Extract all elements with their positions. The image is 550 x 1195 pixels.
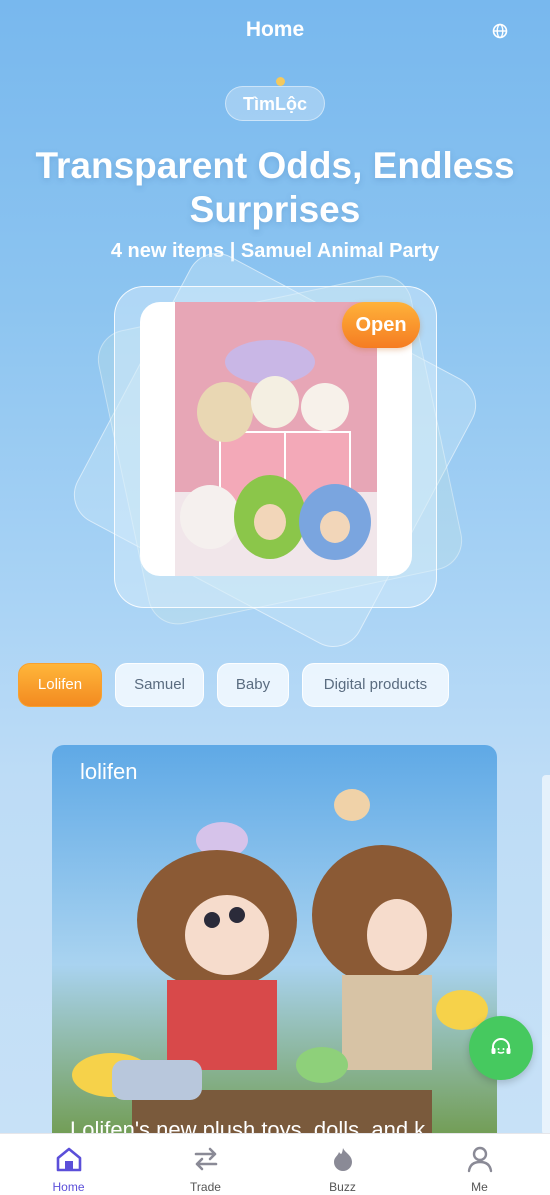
product-photo — [175, 302, 377, 576]
nav-me[interactable]: Me — [411, 1134, 548, 1195]
tab-digital-products[interactable]: Digital products — [302, 663, 449, 707]
hero-subline: 4 new items | Samuel Animal Party — [110, 240, 440, 262]
feature-card[interactable]: lolifen Lolifen's new plush toys, dolls,… — [52, 745, 497, 1145]
bottom-nav: Home Trade Buzz Me — [0, 1133, 550, 1195]
tab-lolifen[interactable]: Lolifen — [18, 663, 102, 707]
headset-icon — [491, 1038, 511, 1054]
globe-icon[interactable] — [492, 23, 508, 39]
tab-samuel[interactable]: Samuel — [115, 663, 204, 707]
swap-icon — [194, 1147, 218, 1171]
nav-label: Buzz — [329, 1180, 356, 1194]
customer-support-button[interactable] — [469, 1016, 533, 1080]
open-button[interactable]: Open — [342, 302, 420, 348]
hero-headline: Transparent Odds, Endless Surprises — [35, 145, 515, 230]
nav-label: Trade — [190, 1180, 221, 1194]
flame-icon — [334, 1148, 352, 1171]
home-icon — [56, 1147, 82, 1172]
brand-badge: TìmLộc — [225, 86, 325, 121]
nav-buzz[interactable]: Buzz — [274, 1134, 411, 1195]
side-panel-edge — [542, 775, 550, 1135]
user-icon — [467, 1146, 493, 1173]
nav-trade[interactable]: Trade — [137, 1134, 274, 1195]
nav-home[interactable]: Home — [0, 1134, 137, 1195]
feature-brand-mark: lolifen — [80, 759, 138, 784]
top-bar: Home — [0, 0, 550, 62]
nav-label: Home — [52, 1180, 85, 1194]
tab-baby[interactable]: Baby — [217, 663, 289, 707]
page-title: Home — [245, 18, 305, 41]
indicator-dot — [276, 77, 285, 86]
feature-photo — [52, 745, 497, 1145]
nav-label: Me — [471, 1180, 488, 1194]
